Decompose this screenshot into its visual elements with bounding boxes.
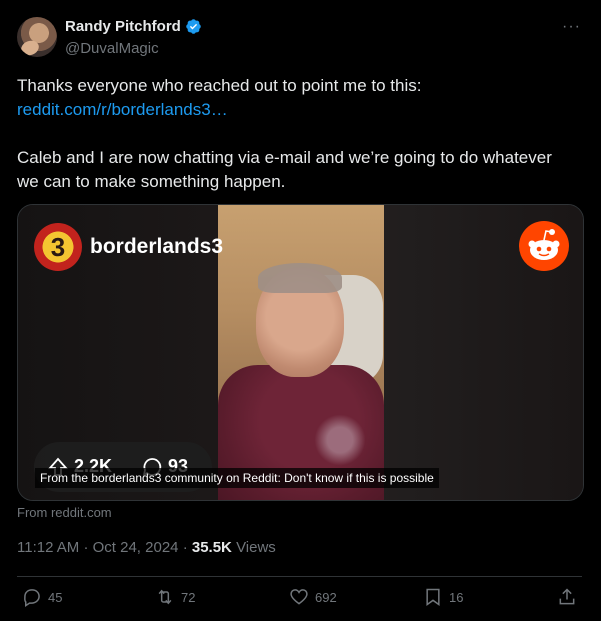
action-bar: 45 72 692 16 <box>17 587 582 611</box>
views-count: 35.5K <box>191 539 232 556</box>
subreddit-name: borderlands3 <box>90 235 224 258</box>
author-display-name[interactable]: Randy Pitchford <box>65 18 181 35</box>
subreddit-logo-glyph: 3 <box>50 231 66 262</box>
tweet-line: Thanks everyone who reached out to point… <box>17 76 422 95</box>
card-photo <box>218 205 384 500</box>
tweet-link[interactable]: reddit.com/r/borderlands3… <box>17 100 228 119</box>
retweet-icon <box>158 589 172 605</box>
views-label: Views <box>236 539 276 556</box>
verified-badge-icon <box>186 19 201 34</box>
retweet-button[interactable]: 72 <box>155 587 195 607</box>
reply-button[interactable]: 45 <box>22 587 62 607</box>
author-handle[interactable]: @DuvalMagic <box>65 40 159 57</box>
tweet-time[interactable]: 11:12 AM <box>17 539 79 556</box>
reddit-logo-icon <box>519 221 569 271</box>
author-avatar[interactable] <box>17 17 57 57</box>
share-icon <box>559 588 575 605</box>
subreddit-logo: 3 <box>34 223 82 271</box>
card-caption: From the borderlands3 community on Reddi… <box>35 468 439 488</box>
card-source[interactable]: From reddit.com <box>17 505 112 520</box>
bookmark-icon <box>426 588 440 606</box>
bookmark-button[interactable]: 16 <box>423 587 463 607</box>
tweet-line: we can to make something happen. <box>17 172 286 191</box>
tweet-line: Caleb and I are now chatting via e-mail … <box>17 148 552 167</box>
share-button[interactable] <box>557 587 577 607</box>
link-card[interactable]: 3 borderlands3 2.2K 93 From the borderla… <box>17 204 584 501</box>
like-count: 692 <box>315 589 337 605</box>
like-button[interactable]: 692 <box>289 587 337 607</box>
retweet-count: 72 <box>181 589 196 605</box>
tweet-date[interactable]: Oct 24, 2024 <box>93 539 179 556</box>
reply-count: 45 <box>48 589 63 605</box>
more-horizontal-icon[interactable]: ··· <box>562 18 581 36</box>
reply-icon <box>24 589 40 607</box>
heart-icon <box>290 589 308 605</box>
divider <box>17 576 582 577</box>
tweet-meta: 11:12 AM · Oct 24, 2024 · 35.5K Views <box>17 539 276 556</box>
bookmark-count: 16 <box>449 589 464 605</box>
tweet-text: Thanks everyone who reached out to point… <box>17 74 582 194</box>
author-name-row: Randy Pitchford <box>65 18 202 35</box>
